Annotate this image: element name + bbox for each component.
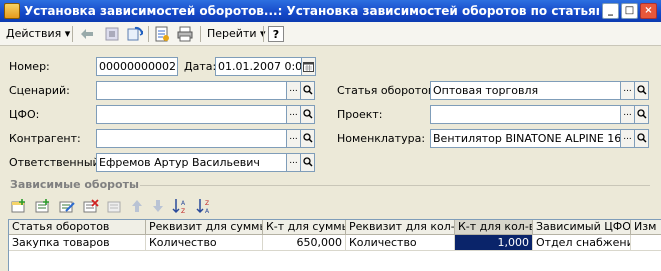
copy-row-icon[interactable] (34, 197, 52, 215)
table-cell-sum-coefficient[interactable]: 650,000 (263, 235, 346, 251)
add-row-icon[interactable] (10, 197, 28, 215)
table-cell-change[interactable] (631, 235, 661, 251)
table-cell-article[interactable]: Закупка товаров (9, 235, 146, 251)
table-cell-dependent-cfo[interactable]: Отдел снабжения (533, 235, 631, 251)
scenario-search-icon[interactable] (300, 81, 315, 100)
toolbar-separator (200, 26, 201, 42)
move-down-icon[interactable] (149, 197, 167, 215)
toolbar-separator (72, 26, 73, 42)
end-edit-icon[interactable] (106, 197, 124, 215)
nomenclature-select-button[interactable]: ... (620, 129, 635, 148)
counterparty-label: Контрагент: (9, 132, 81, 145)
counterparty-field[interactable] (96, 129, 287, 148)
article-select-button[interactable]: ... (620, 81, 635, 100)
svg-text:Z: Z (205, 200, 209, 207)
section-divider (140, 185, 650, 186)
project-search-icon[interactable] (634, 105, 649, 124)
help-icon[interactable]: ? (268, 26, 284, 42)
document-icon[interactable] (103, 25, 121, 43)
edit-row-icon[interactable] (58, 197, 76, 215)
post-document-icon[interactable] (153, 25, 171, 43)
cfo-select-button[interactable]: ... (286, 105, 301, 124)
maximize-button[interactable]: □ (621, 3, 638, 19)
column-header-dependent-cfo[interactable]: Зависимый ЦФО (533, 220, 631, 235)
column-header-qty-coefficient[interactable]: К-т для кол-ва (455, 220, 533, 235)
column-header-change[interactable]: Изм (631, 220, 661, 235)
actions-menu[interactable]: Действия ▾ (6, 25, 70, 43)
print-icon[interactable] (176, 25, 194, 43)
responsible-label: Ответственный: (9, 156, 104, 169)
project-select-button[interactable]: ... (620, 105, 635, 124)
counterparty-select-button[interactable]: ... (286, 129, 301, 148)
nomenclature-label: Номенклатура: (337, 132, 426, 145)
scenario-select-button[interactable]: ... (286, 81, 301, 100)
table-cell-qty-attribute[interactable]: Количество (346, 235, 455, 251)
delete-row-icon[interactable] (82, 197, 100, 215)
sort-ascending-icon[interactable]: AZ (172, 197, 190, 215)
number-field[interactable]: 00000000002 (96, 57, 178, 76)
window-title: Установка зависимостей оборотов...: Уста… (24, 4, 599, 18)
cfo-field[interactable] (96, 105, 287, 124)
date-label: Дата: (184, 60, 217, 73)
project-field[interactable] (430, 105, 621, 124)
project-label: Проект: (337, 108, 383, 121)
counterparty-search-icon[interactable] (300, 129, 315, 148)
article-search-icon[interactable] (634, 81, 649, 100)
toolbar-separator (148, 26, 149, 42)
number-label: Номер: (9, 60, 50, 73)
calendar-icon[interactable] (301, 57, 316, 76)
svg-text:A: A (205, 208, 210, 214)
back-arrow-icon[interactable] (78, 25, 96, 43)
refresh-icon[interactable] (126, 25, 144, 43)
svg-text:Z: Z (181, 208, 185, 214)
toolbar-separator (263, 26, 264, 42)
column-header-article[interactable]: Статья оборотов (9, 220, 146, 235)
goto-menu[interactable]: Перейти ▾ (207, 25, 266, 43)
date-field[interactable]: 01.01.2007 0:00 (215, 57, 302, 76)
dependent-turnovers-title: Зависимые обороты (10, 178, 139, 191)
nomenclature-search-icon[interactable] (634, 129, 649, 148)
nomenclature-field[interactable]: Вентилятор BINATONE ALPINE 160вт (430, 129, 621, 148)
dependent-turnovers-table[interactable]: Статья оборотов Реквизит для суммы К-т д… (8, 219, 661, 271)
app-icon (4, 3, 20, 19)
article-field[interactable]: Оптовая торговля (430, 81, 621, 100)
responsible-search-icon[interactable] (300, 153, 315, 172)
column-header-sum-coefficient[interactable]: К-т для суммы (263, 220, 346, 235)
minimize-button[interactable]: _ (602, 3, 619, 19)
svg-text:A: A (181, 200, 186, 207)
scenario-label: Сценарий: (9, 84, 70, 97)
column-header-sum-attribute[interactable]: Реквизит для суммы (146, 220, 263, 235)
table-cell-qty-coefficient[interactable]: 1,000 (455, 235, 533, 251)
responsible-select-button[interactable]: ... (286, 153, 301, 172)
article-label: Статья оборотов: (337, 84, 439, 97)
scenario-field[interactable] (96, 81, 287, 100)
cfo-label: ЦФО: (9, 108, 40, 121)
responsible-field[interactable]: Ефремов Артур Васильевич (96, 153, 287, 172)
cfo-search-icon[interactable] (300, 105, 315, 124)
main-toolbar: Действия ▾ Перейти ▾ ? (0, 22, 661, 46)
sort-descending-icon[interactable]: ZA (196, 197, 214, 215)
window-title-bar[interactable]: Установка зависимостей оборотов...: Уста… (0, 0, 661, 22)
move-up-icon[interactable] (128, 197, 146, 215)
column-header-qty-attribute[interactable]: Реквизит для кол-ва (346, 220, 455, 235)
close-button[interactable]: × (640, 3, 657, 19)
table-cell-sum-attribute[interactable]: Количество (146, 235, 263, 251)
